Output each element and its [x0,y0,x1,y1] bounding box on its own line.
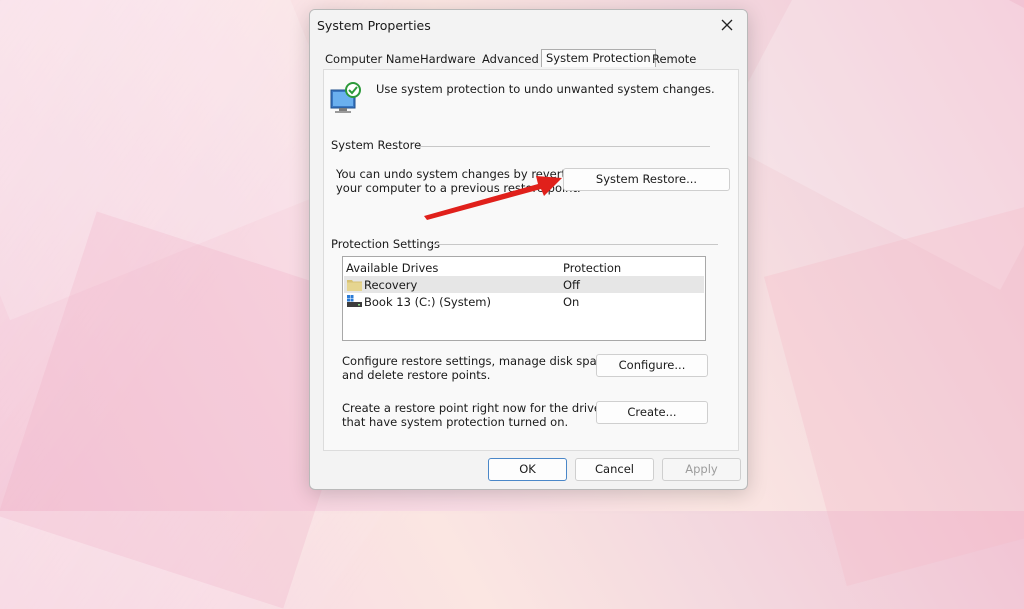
tab-advanced[interactable]: Advanced [482,52,539,66]
tab-remote[interactable]: Remote [652,52,696,66]
tab-system-protection[interactable]: System Protection [541,49,656,67]
ok-button[interactable]: OK [488,458,567,481]
drive-name: Book 13 (C:) (System) [364,295,491,309]
protection-settings-group-label: Protection Settings [331,237,445,251]
drives-listbox[interactable]: Available Drives Protection Recovery Off… [342,256,706,341]
drive-protection-status: On [563,295,580,309]
intro-text: Use system protection to undo unwanted s… [376,82,715,96]
drive-protection-status: Off [563,278,580,292]
system-protection-icon [330,82,361,113]
close-icon [721,19,733,31]
system-restore-description-1: You can undo system changes by reverting [336,167,584,181]
folder-icon [347,280,362,291]
tab-computer-name[interactable]: Computer Name [325,52,420,66]
window-title: System Properties [317,18,431,33]
tab-hardware[interactable]: Hardware [420,52,476,66]
group-divider [417,146,710,147]
title-bar: System Properties [310,10,747,42]
group-divider [431,244,718,245]
configure-description-2: and delete restore points. [342,368,491,382]
apply-button[interactable]: Apply [662,458,741,481]
cancel-button[interactable]: Cancel [575,458,654,481]
create-button[interactable]: Create... [596,401,708,424]
column-header-drives: Available Drives [346,261,439,275]
column-header-protection: Protection [563,261,622,275]
configure-button[interactable]: Configure... [596,354,708,377]
close-button[interactable] [715,13,739,37]
drive-row-system[interactable]: Book 13 (C:) (System) On [344,293,704,310]
create-description-2: that have system protection turned on. [342,415,569,429]
system-restore-group-label: System Restore [331,138,426,152]
drive-name: Recovery [364,278,418,292]
system-properties-dialog: System Properties Computer Name Hardware… [309,9,748,490]
system-restore-button[interactable]: System Restore... [563,168,730,191]
drive-row-recovery[interactable]: Recovery Off [344,276,704,293]
background-shape [764,194,1024,586]
system-drive-icon [347,295,362,307]
configure-description-1: Configure restore settings, manage disk … [342,354,614,368]
create-description-1: Create a restore point right now for the… [342,401,607,415]
system-restore-description-2: your computer to a previous restore poin… [336,181,581,195]
